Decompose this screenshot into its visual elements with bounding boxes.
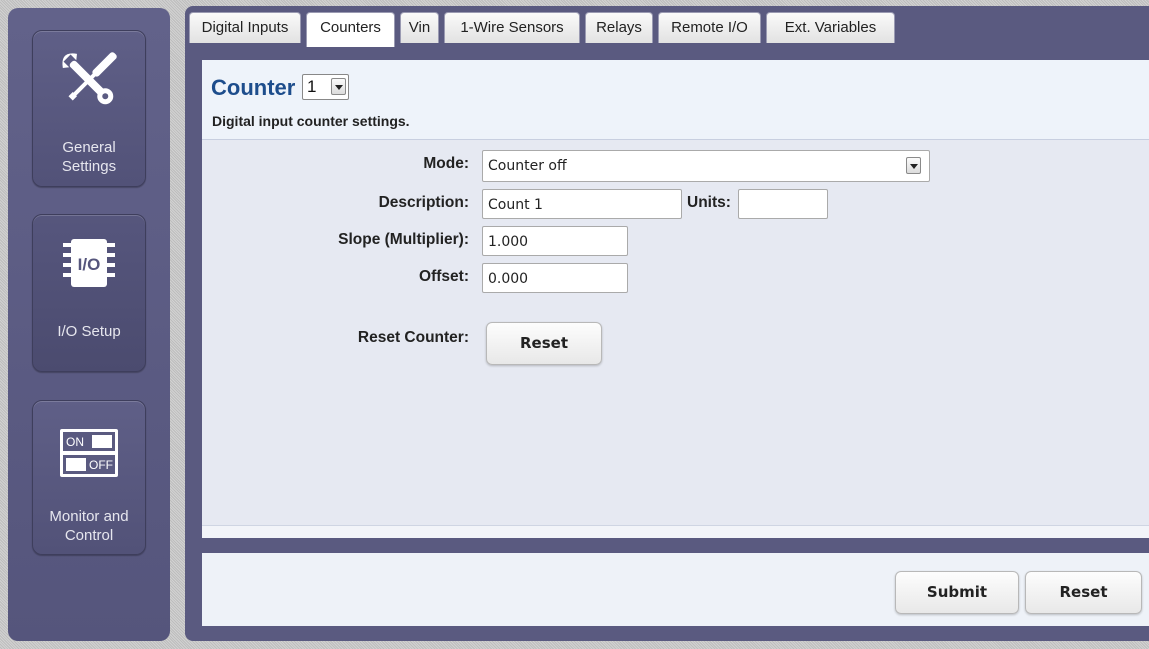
tab-remote-io[interactable]: Remote I/O <box>658 12 761 43</box>
units-input[interactable] <box>738 189 828 219</box>
on-off-switch-icon: ON OFF <box>33 427 145 479</box>
nav-monitor-control[interactable]: ON OFF Monitor and Control <box>32 400 146 555</box>
io-chip-text: I/O <box>78 255 101 274</box>
panel-subtitle: Digital input counter settings. <box>212 113 410 129</box>
io-chip-icon: I/O <box>33 235 145 291</box>
form-actions: Submit Reset <box>202 553 1149 626</box>
chevron-down-icon <box>331 78 346 95</box>
slope-input[interactable]: 1.000 <box>482 226 628 256</box>
counter-number-value: 1 <box>307 77 317 96</box>
tools-icon <box>33 45 145 115</box>
nav-io-setup[interactable]: I/O I/O Setup <box>32 214 146 372</box>
sidebar: General Settings I/O I/O Setup ON OFF Mo… <box>8 8 170 641</box>
counter-settings-panel: Counter 1 Digital input counter settings… <box>202 60 1149 538</box>
counter-number-select[interactable]: 1 <box>302 74 349 100</box>
tab-bar: Digital Inputs Counters Vin 1-Wire Senso… <box>185 6 1149 47</box>
mode-label: Mode: <box>423 155 469 172</box>
switch-on-text: ON <box>66 435 84 449</box>
tab-vin[interactable]: Vin <box>400 12 439 43</box>
reset-button[interactable]: Reset <box>1025 571 1142 614</box>
panel-footer-strip <box>202 525 1149 538</box>
chevron-down-icon <box>906 157 921 174</box>
reset-counter-label: Reset Counter: <box>357 329 469 346</box>
panel-header: Counter 1 Digital input counter settings… <box>202 60 1149 140</box>
description-label: Description: <box>378 194 469 211</box>
mode-select-value: Counter off <box>488 158 567 174</box>
switch-off-text: OFF <box>89 458 113 472</box>
nav-monitor-control-label-2: Control <box>64 527 114 544</box>
nav-io-setup-label: I/O Setup <box>57 323 121 340</box>
offset-input[interactable]: 0.000 <box>482 263 628 293</box>
page-title: Counter <box>211 75 296 100</box>
slope-input-value: 1.000 <box>488 234 529 250</box>
tab-ext-variables[interactable]: Ext. Variables <box>766 12 895 43</box>
description-input-value: Count 1 <box>488 197 543 213</box>
tab-1-wire-sensors[interactable]: 1-Wire Sensors <box>444 12 580 43</box>
tab-counters[interactable]: Counters <box>306 12 395 47</box>
nav-monitor-control-label-1: Monitor and <box>49 508 129 525</box>
reset-counter-button[interactable]: Reset <box>486 322 602 365</box>
submit-button[interactable]: Submit <box>895 571 1019 614</box>
units-label: Units: <box>687 194 731 211</box>
nav-general-settings-label-1: General <box>62 139 116 156</box>
nav-general-settings[interactable]: General Settings <box>32 30 146 187</box>
nav-general-settings-label-2: Settings <box>61 158 117 175</box>
tab-digital-inputs[interactable]: Digital Inputs <box>189 12 301 43</box>
offset-input-value: 0.000 <box>488 271 529 287</box>
description-input[interactable]: Count 1 <box>482 189 682 219</box>
mode-select[interactable]: Counter off <box>482 150 930 182</box>
tab-relays[interactable]: Relays <box>585 12 653 43</box>
slope-label: Slope (Multiplier): <box>338 231 469 248</box>
offset-label: Offset: <box>419 268 469 285</box>
